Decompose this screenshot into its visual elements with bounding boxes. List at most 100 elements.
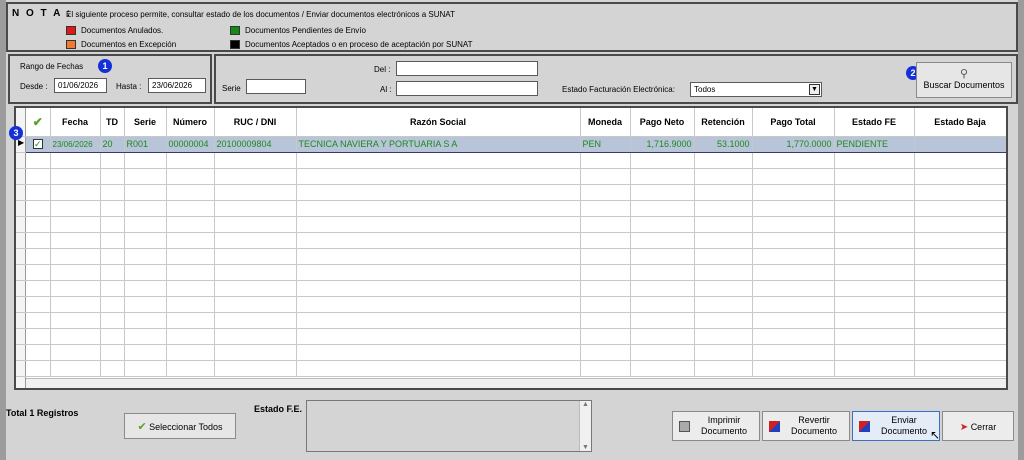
filtros-panel: Serie Del : Al : Estado Facturación Elec…: [214, 54, 1018, 104]
scroll-down-icon[interactable]: ▼: [580, 444, 591, 451]
empty-cell: [26, 168, 51, 185]
empty-table-row: [26, 152, 1006, 169]
nota-text: El siguiente proceso permite, consultar …: [66, 10, 455, 19]
scroll-up-icon[interactable]: ▲: [580, 401, 591, 408]
black-swatch-icon: [230, 40, 240, 49]
empty-cell: [166, 216, 215, 233]
empty-cell: [50, 328, 101, 345]
empty-cell: [752, 248, 835, 265]
rango-fechas-panel: Rango de Fechas 1 Desde : 01/06/2026 Has…: [8, 54, 212, 104]
empty-cell: [214, 248, 297, 265]
empty-cell: [914, 216, 1006, 233]
estado-fe-filter-label: Estado Facturación Electrónica:: [562, 85, 675, 94]
imprimir-documento-button[interactable]: Imprimir Documento: [672, 411, 760, 441]
col-pago-total[interactable]: Pago Total: [752, 108, 835, 137]
cerrar-label: Cerrar: [970, 422, 997, 432]
empty-cell: [296, 152, 581, 169]
badge-1: 1: [98, 59, 112, 73]
empty-cell: [26, 360, 51, 377]
row-header-cell: [16, 264, 26, 265]
empty-cell: [124, 328, 167, 345]
empty-cell: [630, 184, 695, 201]
empty-cell: [694, 360, 753, 377]
main-window: N O T A : El siguiente proceso permite, …: [6, 0, 1018, 460]
printer-icon: [679, 421, 690, 432]
del-label: Del :: [374, 65, 391, 74]
empty-cell: [50, 360, 101, 377]
seleccionar-todos-button[interactable]: ✔ Seleccionar Todos: [124, 413, 236, 439]
serie-input[interactable]: [246, 79, 306, 94]
chevron-down-icon[interactable]: ▼: [809, 84, 820, 95]
empty-table-row: [26, 248, 1006, 265]
cerrar-button[interactable]: ➤ Cerrar: [942, 411, 1014, 441]
col-ruc-dni[interactable]: RUC / DNI: [214, 108, 297, 137]
cell-td: 20: [100, 135, 125, 153]
empty-cell: [100, 264, 125, 281]
empty-cell: [914, 312, 1006, 329]
empty-cell: [694, 184, 753, 201]
empty-cell: [296, 360, 581, 377]
col-estado-fe[interactable]: Estado FE: [834, 108, 915, 137]
empty-cell: [834, 200, 915, 217]
empty-cell: [26, 312, 51, 329]
empty-cell: [752, 200, 835, 217]
legend-aceptados: Documentos Aceptados o en proceso de ace…: [230, 40, 473, 49]
empty-cell: [752, 216, 835, 233]
empty-cell: [914, 296, 1006, 313]
empty-cell: [580, 328, 631, 345]
col-pago-neto[interactable]: Pago Neto: [630, 108, 695, 137]
empty-cell: [50, 216, 101, 233]
documents-grid[interactable]: ✔ Fecha TD Serie Número RUC / DNI Razón …: [14, 106, 1008, 390]
buscar-documentos-button[interactable]: ⚲ Buscar Documentos: [916, 62, 1012, 98]
estado-fe-select[interactable]: Todos ▼: [690, 82, 822, 97]
empty-cell: [214, 280, 297, 297]
enviar-documento-button[interactable]: Enviar Documento: [852, 411, 940, 441]
empty-cell: [296, 280, 581, 297]
exit-icon: ➤: [959, 422, 969, 433]
check-column-header[interactable]: ✔: [26, 108, 51, 137]
empty-cell: [100, 312, 125, 329]
empty-cell: [166, 152, 215, 169]
col-serie[interactable]: Serie: [124, 108, 167, 137]
revertir-documento-button[interactable]: Revertir Documento: [762, 411, 850, 441]
col-razon-social[interactable]: Razón Social: [296, 108, 581, 137]
enviar-label-1: Enviar: [891, 415, 917, 425]
empty-table-row: [26, 264, 1006, 281]
col-fecha[interactable]: Fecha: [50, 108, 101, 137]
empty-cell: [752, 328, 835, 345]
empty-cell: [694, 248, 753, 265]
col-moneda[interactable]: Moneda: [580, 108, 631, 137]
empty-cell: [694, 168, 753, 185]
empty-cell: [26, 280, 51, 297]
al-input[interactable]: [396, 81, 538, 96]
desde-input[interactable]: 01/06/2026: [54, 78, 107, 93]
vertical-scrollbar[interactable]: ▲ ▼: [579, 401, 591, 451]
estado-fe-textarea[interactable]: ▲ ▼: [306, 400, 592, 452]
estado-fe-select-value: Todos: [694, 85, 716, 94]
empty-cell: [26, 184, 51, 201]
row-checkbox[interactable]: ✓: [26, 135, 51, 153]
del-input[interactable]: [396, 61, 538, 76]
empty-cell: [914, 264, 1006, 281]
empty-cell: [914, 184, 1006, 201]
empty-cell: [630, 280, 695, 297]
empty-cell: [296, 328, 581, 345]
empty-cell: [752, 264, 835, 281]
empty-cell: [124, 152, 167, 169]
empty-cell: [100, 200, 125, 217]
empty-cell: [834, 232, 915, 249]
row-header-cell: [16, 152, 26, 153]
col-estado-baja[interactable]: Estado Baja: [914, 108, 1006, 137]
horizontal-scrollbar[interactable]: [26, 378, 1006, 388]
legend-label: Documentos Anulados.: [81, 26, 164, 35]
hasta-input[interactable]: 23/06/2026: [148, 78, 206, 93]
col-retencion[interactable]: Retención: [694, 108, 753, 137]
checkmark-icon: ✔: [32, 114, 43, 129]
col-td[interactable]: TD: [100, 108, 125, 137]
imprimir-label-2: Documento: [700, 426, 748, 436]
col-numero[interactable]: Número: [166, 108, 215, 137]
empty-cell: [914, 200, 1006, 217]
empty-cell: [124, 264, 167, 281]
table-row[interactable]: ✓ 23/06/2026 20 R001 00000004 2010000980…: [26, 135, 1006, 153]
rango-title: Rango de Fechas: [20, 62, 84, 71]
